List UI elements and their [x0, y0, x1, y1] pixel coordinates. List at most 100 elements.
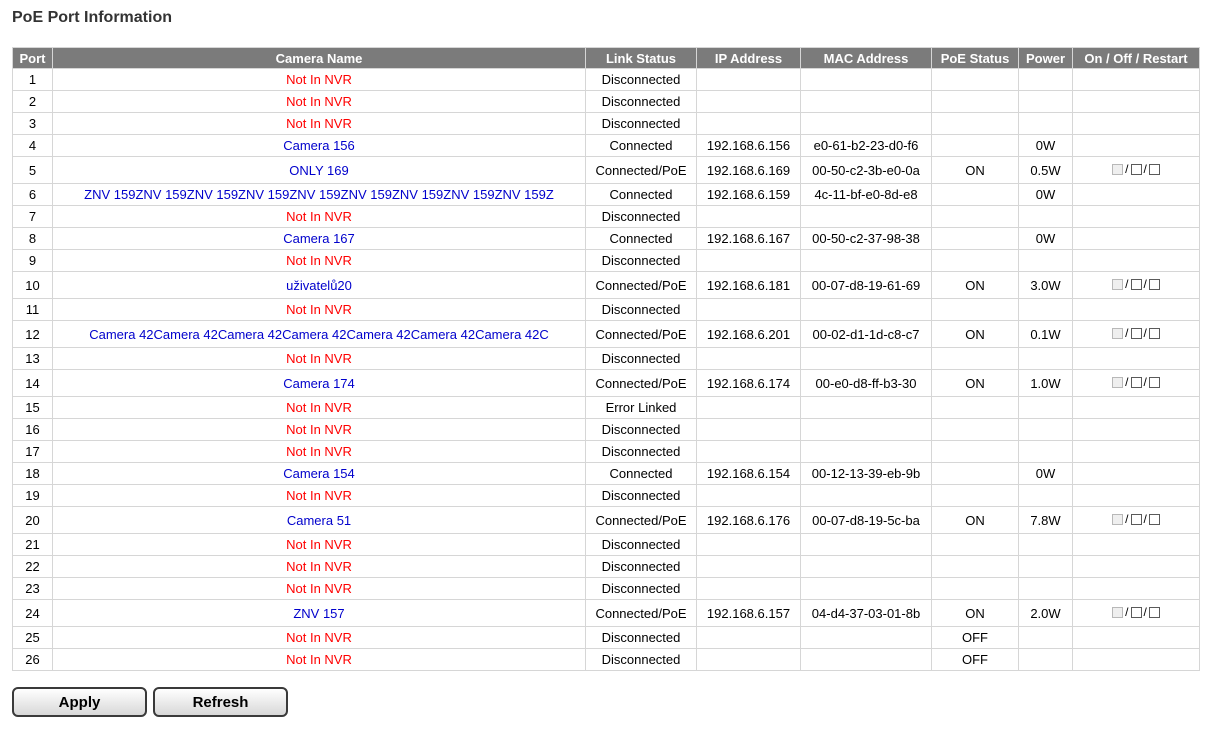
- cell-mac-address: [800, 205, 932, 228]
- cell-ip-address: 192.168.6.181: [696, 271, 801, 299]
- table-row: 22 Not In NVR Disconnected: [12, 555, 1200, 578]
- cell-link-status: Connected: [585, 227, 697, 250]
- cell-power: [1018, 396, 1073, 419]
- cell-ip-address: 192.168.6.201: [696, 320, 801, 348]
- cell-poe-status: [931, 249, 1019, 272]
- cell-link-status: Disconnected: [585, 298, 697, 321]
- cell-control: [1072, 462, 1200, 485]
- cell-link-status: Disconnected: [585, 484, 697, 507]
- cell-camera-name: Not In NVR: [52, 205, 586, 228]
- control-separator: /: [1125, 326, 1129, 341]
- cell-ip-address: [696, 440, 801, 463]
- cell-power: [1018, 648, 1073, 671]
- off-checkbox[interactable]: [1130, 376, 1142, 388]
- cell-power: 0W: [1018, 462, 1073, 485]
- cell-poe-status: [931, 555, 1019, 578]
- cell-port: 13: [12, 347, 53, 370]
- cell-link-status: Disconnected: [585, 205, 697, 228]
- cell-link-status: Disconnected: [585, 112, 697, 135]
- cell-poe-status: ON: [931, 320, 1019, 348]
- cell-port: 14: [12, 369, 53, 397]
- cell-camera-name: Camera 42Camera 42Camera 42Camera 42Came…: [52, 320, 586, 348]
- cell-power: 7.8W: [1018, 506, 1073, 534]
- off-checkbox[interactable]: [1130, 606, 1142, 618]
- cell-link-status: Disconnected: [585, 648, 697, 671]
- table-row: 6 ZNV 159ZNV 159ZNV 159ZNV 159ZNV 159ZNV …: [12, 183, 1200, 206]
- cell-link-status: Disconnected: [585, 68, 697, 91]
- cell-mac-address: [800, 648, 932, 671]
- cell-link-status: Disconnected: [585, 626, 697, 649]
- cell-camera-name: ZNV 157: [52, 599, 586, 627]
- restart-checkbox[interactable]: [1148, 163, 1160, 175]
- restart-checkbox[interactable]: [1148, 327, 1160, 339]
- off-checkbox[interactable]: [1130, 278, 1142, 290]
- control-separator: /: [1143, 326, 1147, 341]
- apply-button[interactable]: Apply: [12, 687, 147, 717]
- cell-ip-address: 192.168.6.159: [696, 183, 801, 206]
- cell-mac-address: [800, 418, 932, 441]
- cell-ip-address: [696, 533, 801, 556]
- restart-checkbox[interactable]: [1148, 278, 1160, 290]
- cell-power: [1018, 440, 1073, 463]
- cell-camera-name: Camera 174: [52, 369, 586, 397]
- control-separator: /: [1143, 162, 1147, 177]
- cell-control: [1072, 249, 1200, 272]
- cell-camera-name: Not In NVR: [52, 90, 586, 113]
- cell-control: / /: [1072, 369, 1200, 397]
- power-control-group: / /: [1112, 512, 1160, 526]
- cell-ip-address: [696, 68, 801, 91]
- cell-power: 0W: [1018, 134, 1073, 157]
- cell-port: 11: [12, 298, 53, 321]
- cell-control: [1072, 555, 1200, 578]
- restart-checkbox[interactable]: [1148, 376, 1160, 388]
- cell-camera-name: Not In NVR: [52, 484, 586, 507]
- cell-power: [1018, 298, 1073, 321]
- cell-mac-address: [800, 440, 932, 463]
- cell-poe-status: ON: [931, 506, 1019, 534]
- cell-control: [1072, 112, 1200, 135]
- cell-control: [1072, 648, 1200, 671]
- restart-checkbox[interactable]: [1148, 513, 1160, 525]
- table-row: 2 Not In NVR Disconnected: [12, 90, 1200, 113]
- restart-checkbox[interactable]: [1148, 606, 1160, 618]
- table-row: 3 Not In NVR Disconnected: [12, 112, 1200, 135]
- cell-poe-status: [931, 90, 1019, 113]
- off-checkbox[interactable]: [1130, 327, 1142, 339]
- cell-power: [1018, 347, 1073, 370]
- cell-port: 25: [12, 626, 53, 649]
- cell-camera-name: Not In NVR: [52, 112, 586, 135]
- cell-control: / /: [1072, 599, 1200, 627]
- cell-port: 18: [12, 462, 53, 485]
- table-row: 14 Camera 174 Connected/PoE 192.168.6.174 00…: [12, 369, 1200, 397]
- cell-port: 9: [12, 249, 53, 272]
- power-control-group: / /: [1112, 162, 1160, 176]
- on-checkbox: [1112, 376, 1124, 388]
- refresh-button[interactable]: Refresh: [153, 687, 288, 717]
- cell-control: [1072, 298, 1200, 321]
- cell-mac-address: [800, 396, 932, 419]
- cell-mac-address: [800, 347, 932, 370]
- cell-port: 6: [12, 183, 53, 206]
- cell-link-status: Connected/PoE: [585, 271, 697, 299]
- off-checkbox[interactable]: [1130, 163, 1142, 175]
- cell-link-status: Disconnected: [585, 418, 697, 441]
- cell-poe-status: ON: [931, 599, 1019, 627]
- cell-camera-name: Not In NVR: [52, 347, 586, 370]
- cell-poe-status: [931, 533, 1019, 556]
- control-separator: /: [1143, 605, 1147, 620]
- header-poe-status: PoE Status: [931, 47, 1019, 69]
- cell-mac-address: 00-07-d8-19-61-69: [800, 271, 932, 299]
- cell-control: / /: [1072, 156, 1200, 184]
- cell-ip-address: [696, 648, 801, 671]
- cell-ip-address: 192.168.6.157: [696, 599, 801, 627]
- cell-control: / /: [1072, 271, 1200, 299]
- cell-camera-name: ZNV 159ZNV 159ZNV 159ZNV 159ZNV 159ZNV 1…: [52, 183, 586, 206]
- cell-power: 2.0W: [1018, 599, 1073, 627]
- cell-poe-status: [931, 484, 1019, 507]
- table-row: 1 Not In NVR Disconnected: [12, 68, 1200, 91]
- control-separator: /: [1125, 512, 1129, 527]
- off-checkbox[interactable]: [1130, 513, 1142, 525]
- cell-control: [1072, 183, 1200, 206]
- cell-poe-status: ON: [931, 369, 1019, 397]
- cell-poe-status: [931, 418, 1019, 441]
